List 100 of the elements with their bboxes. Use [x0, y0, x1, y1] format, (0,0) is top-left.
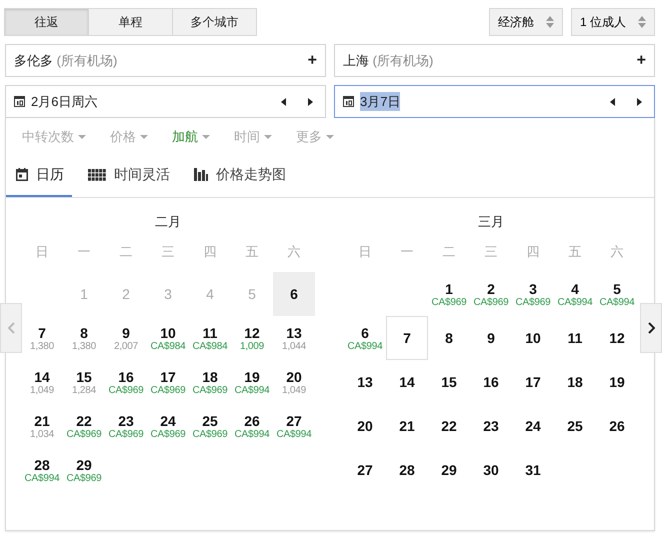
calendar-day[interactable]: 9 — [470, 316, 512, 360]
up-down-arrow-icon — [638, 16, 646, 28]
calendar-day[interactable]: 5 CA$994 — [596, 272, 638, 316]
calendar-day[interactable]: 21 — [386, 404, 428, 448]
calendar-day[interactable]: 27 CA$994 — [273, 404, 315, 448]
calendar-day[interactable]: 23 CA$969 — [105, 404, 147, 448]
calendar-day[interactable]: 9 2,007 — [105, 316, 147, 360]
price-label: CA$994 — [558, 296, 592, 308]
up-down-arrow-icon — [546, 16, 554, 28]
calendar-day[interactable]: 18 CA$969 — [189, 360, 231, 404]
calendar-day[interactable]: 14 — [386, 360, 428, 404]
calendar-day[interactable]: 28 — [386, 448, 428, 492]
calendar-day[interactable]: 8 1,380 — [63, 316, 105, 360]
caret-icon — [140, 135, 148, 139]
calendar-day[interactable]: 13 — [344, 360, 386, 404]
calendar-day[interactable]: 17 — [512, 360, 554, 404]
price-label: 1,380 — [30, 340, 54, 352]
calendar-day[interactable]: 22 CA$969 — [63, 404, 105, 448]
price-label: CA$994 — [24, 472, 60, 484]
calendar-day[interactable]: 25 — [554, 404, 596, 448]
calendar-day[interactable]: 1 CA$969 — [428, 272, 470, 316]
price-label: CA$969 — [432, 296, 466, 308]
view-tab[interactable]: 日历 — [6, 164, 72, 197]
calendar-day[interactable]: 6 CA$994 — [344, 316, 386, 360]
calendar-day[interactable]: 3 CA$969 — [512, 272, 554, 316]
calendar-icon — [14, 96, 25, 107]
calendar-day[interactable]: 29 — [428, 448, 470, 492]
weekday-label: 一 — [76, 243, 92, 261]
calendar-day[interactable]: 16 CA$969 — [105, 360, 147, 404]
calendar-day[interactable]: 24 — [512, 404, 554, 448]
calendar-day[interactable]: 14 1,049 — [21, 360, 63, 404]
weekday-label: 三 — [160, 243, 176, 261]
airport-field[interactable]: 多伦多 (所有机场) + — [5, 44, 326, 77]
view-tab[interactable]: 价格走势图 — [184, 164, 294, 197]
calendar-day[interactable]: 4 CA$994 — [554, 272, 596, 316]
trip-type-tab[interactable]: 单程 — [88, 8, 173, 36]
calendar-day[interactable]: 19 — [596, 360, 638, 404]
airport-field[interactable]: 上海 (所有机场) + — [334, 44, 655, 77]
calendar-day[interactable]: 11 — [554, 316, 596, 360]
passenger-select[interactable]: 1 位成人 — [570, 8, 655, 36]
calendar-day[interactable]: 27 — [344, 448, 386, 492]
next-date-button[interactable] — [308, 98, 313, 106]
calendar-day[interactable]: 8 — [428, 316, 470, 360]
date-field[interactable]: 2月6日周六 — [5, 85, 326, 118]
calendar-day: 4 — [189, 272, 231, 316]
add-airport-button[interactable]: + — [308, 48, 317, 72]
calendar-day[interactable]: 7 — [386, 316, 428, 360]
calendar-day[interactable]: 20 — [344, 404, 386, 448]
calendar-day: 1 — [63, 272, 105, 316]
calendar-day[interactable]: 20 1,049 — [273, 360, 315, 404]
weekday-label: 日 — [358, 243, 372, 261]
view-tab[interactable]: 时间灵活 — [78, 164, 178, 197]
calendar-day[interactable]: 22 — [428, 404, 470, 448]
calendar-day[interactable]: 21 1,034 — [21, 404, 63, 448]
calendar-day[interactable]: 12 1,009 — [231, 316, 273, 360]
calendar-day[interactable]: 31 — [512, 448, 554, 492]
calendar-day[interactable]: 29 CA$969 — [63, 448, 105, 492]
date-field[interactable]: 3月7日 — [334, 85, 655, 118]
next-date-button[interactable] — [637, 98, 642, 106]
cabin-select[interactable]: 经济舱 — [488, 8, 563, 36]
calendar-day[interactable]: 30 — [470, 448, 512, 492]
calendar-day: 5 — [231, 272, 273, 316]
calendar-day[interactable]: 15 — [428, 360, 470, 404]
calendar-day[interactable]: 10 — [512, 316, 554, 360]
month-title: 三月 — [477, 213, 505, 231]
add-airport-button[interactable]: + — [636, 48, 646, 72]
calendar-day[interactable]: 17 CA$969 — [147, 360, 189, 404]
previous-date-button[interactable] — [281, 98, 286, 106]
weekday-label: 五 — [244, 243, 260, 261]
calendar-day[interactable]: 28 CA$994 — [21, 448, 63, 492]
weekday-label: 六 — [286, 243, 302, 261]
filter-dropdown[interactable]: 加航 — [172, 127, 210, 147]
calendar-day[interactable]: 26 — [596, 404, 638, 448]
calendar-day[interactable]: 25 CA$969 — [189, 404, 231, 448]
calendar-day[interactable]: 6 — [273, 272, 315, 316]
calendar-day[interactable]: 10 CA$984 — [147, 316, 189, 360]
price-label: CA$984 — [192, 340, 228, 352]
calendar-day[interactable]: 19 CA$994 — [231, 360, 273, 404]
calendar-day: 3 — [147, 272, 189, 316]
calendar-day[interactable]: 2 CA$969 — [470, 272, 512, 316]
calendar-day[interactable]: 23 — [470, 404, 512, 448]
calendar-day[interactable]: 24 CA$969 — [147, 404, 189, 448]
trip-type-tab[interactable]: 多个城市 — [172, 8, 257, 36]
calendar-day[interactable]: 16 — [470, 360, 512, 404]
calendar-day: 2 — [105, 272, 147, 316]
calendar-day[interactable]: 18 — [554, 360, 596, 404]
calendar-day[interactable]: 13 1,044 — [273, 316, 315, 360]
trip-type-tab[interactable]: 往返 — [4, 8, 89, 36]
price-label: 1,034 — [30, 428, 54, 440]
calendar-day[interactable]: 11 CA$984 — [189, 316, 231, 360]
calendar-day[interactable]: 26 CA$994 — [231, 404, 273, 448]
previous-date-button[interactable] — [610, 98, 615, 106]
airport-value: 上海 (所有机场) — [343, 52, 434, 70]
calendar-day[interactable]: 12 — [596, 316, 638, 360]
price-label: CA$969 — [108, 384, 144, 396]
calendar-day[interactable]: 7 1,380 — [21, 316, 63, 360]
calendar-day[interactable]: 15 1,284 — [63, 360, 105, 404]
price-label: CA$994 — [234, 384, 270, 396]
chevron-left-icon — [8, 322, 14, 334]
next-month-button[interactable] — [640, 303, 662, 353]
